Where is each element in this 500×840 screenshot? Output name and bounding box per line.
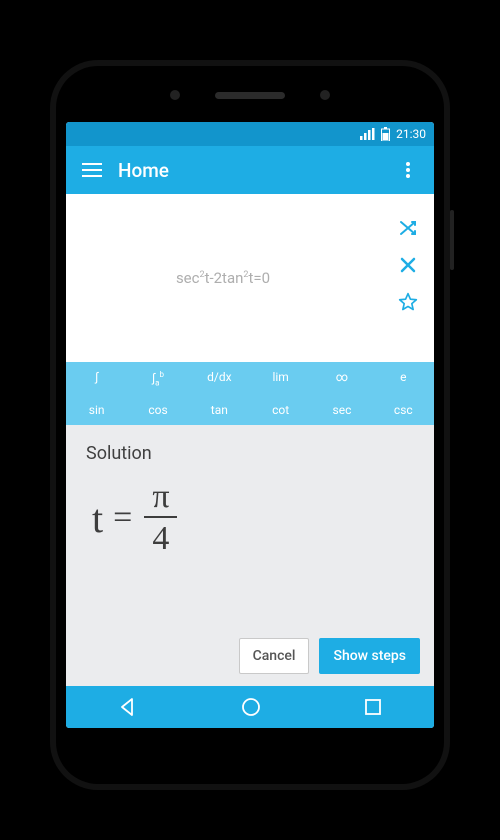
phone-frame: 21:30 Home (50, 60, 450, 790)
key-sec[interactable]: sec (311, 395, 372, 425)
nav-home-button[interactable] (240, 696, 262, 718)
favorite-button[interactable] (398, 292, 418, 312)
solution-variable: t (92, 495, 103, 542)
fraction-denominator: 4 (144, 518, 177, 556)
key-infinity[interactable]: ∞ (311, 362, 372, 395)
status-bar: 21:30 (66, 122, 434, 146)
key-csc[interactable]: csc (373, 395, 434, 425)
equation-area: sec2t-2tan2t=0 (66, 194, 434, 362)
equation-side-actions (388, 218, 428, 312)
key-limit[interactable]: lim (250, 362, 311, 395)
star-icon (398, 292, 418, 312)
fraction-numerator: π (144, 480, 177, 516)
solution-fraction: π 4 (144, 480, 177, 556)
cancel-button[interactable]: Cancel (239, 638, 310, 674)
key-cos[interactable]: cos (127, 395, 188, 425)
menu-button[interactable] (74, 152, 110, 188)
key-e[interactable]: e (373, 362, 434, 395)
phone-sensor-2 (170, 90, 180, 100)
show-steps-button[interactable]: Show steps (319, 638, 420, 674)
android-nav-bar (66, 686, 434, 728)
shuffle-button[interactable] (398, 218, 418, 238)
phone-speaker (215, 92, 285, 99)
back-icon (117, 696, 139, 718)
overflow-button[interactable] (390, 152, 426, 188)
shuffle-icon (398, 218, 418, 238)
key-def-integral[interactable]: ∫ab (127, 362, 188, 395)
key-sin[interactable]: sin (66, 395, 127, 425)
home-icon (240, 696, 262, 718)
phone-side-button (450, 210, 454, 270)
status-time: 21:30 (396, 127, 426, 141)
solution-equals: = (113, 499, 132, 537)
solution-panel: Solution t = π 4 Cancel Show steps (66, 425, 434, 686)
solution-equation: t = π 4 (92, 480, 414, 556)
key-derivative[interactable]: d/dx (189, 362, 250, 395)
phone-sensor (320, 90, 330, 100)
clear-button[interactable] (399, 256, 417, 274)
more-vert-icon (406, 162, 410, 178)
app-bar: Home (66, 146, 434, 194)
close-icon (399, 256, 417, 274)
page-title: Home (118, 159, 390, 182)
key-cot[interactable]: cot (250, 395, 311, 425)
nav-back-button[interactable] (117, 696, 139, 718)
battery-icon (381, 127, 390, 141)
math-keyboard: ∫ ∫ab d/dx lim ∞ e sin cos tan cot sec c… (66, 362, 434, 425)
key-integral[interactable]: ∫ (66, 362, 127, 395)
signal-icon (360, 128, 375, 140)
hamburger-icon (82, 163, 102, 177)
solution-actions: Cancel Show steps (239, 638, 420, 674)
solution-title: Solution (86, 443, 414, 464)
recents-icon (363, 697, 383, 717)
screen: 21:30 Home (66, 122, 434, 728)
key-tan[interactable]: tan (189, 395, 250, 425)
nav-recents-button[interactable] (363, 697, 383, 717)
equation-input[interactable]: sec2t-2tan2t=0 (66, 194, 380, 362)
